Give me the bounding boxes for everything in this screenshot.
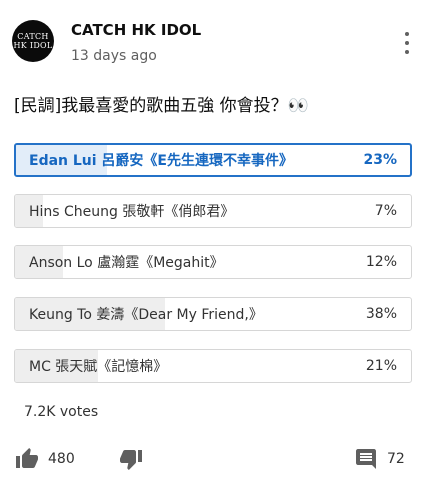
poll-option-percent: 38% [365,306,397,322]
poll-option-percent: 23% [363,152,397,168]
poll-option-mc[interactable]: MC 張天賦《記憶棉》 21% [14,349,412,383]
poll-option-edan-lui[interactable]: Edan Lui 呂爵安《E先生連環不幸事件》 23% [14,143,412,177]
poll-option-keung-to[interactable]: Keung To 姜濤《Dear My Friend,》 38% [14,297,412,331]
comment-count: 72 [387,451,405,467]
avatar-text-line1: CATCH [17,32,49,41]
poll-option-percent: 7% [374,203,397,219]
channel-name[interactable]: CATCH HK IDOL [71,21,201,39]
thumbs-down-icon [118,447,144,471]
channel-avatar[interactable]: CATCH HK IDOL [12,20,54,62]
like-count: 480 [48,451,75,467]
poll-option-hins-cheung[interactable]: Hins Cheung 張敬軒《俏郎君》 7% [14,194,412,228]
poll-option-label: Anson Lo 盧瀚霆《Megahit》 [29,255,224,271]
avatar-text-line2: HK IDOL [13,41,53,50]
poll-option-anson-lo[interactable]: Anson Lo 盧瀚霆《Megahit》 12% [14,245,412,279]
thumbs-up-icon [14,447,40,471]
post-timestamp: 13 days ago [71,48,157,64]
comment-icon [353,447,379,471]
poll-option-percent: 21% [365,358,397,374]
more-options-icon[interactable] [398,30,416,56]
like-button[interactable]: 480 [14,447,75,471]
poll-option-label: MC 張天賦《記憶棉》 [29,359,168,375]
dislike-button[interactable] [118,447,144,471]
vote-count: 7.2K votes [24,404,99,420]
poll-option-label: Keung To 姜濤《Dear My Friend,》 [29,307,263,323]
comments-button[interactable]: 72 [353,447,405,471]
poll-option-label: Hins Cheung 張敬軒《俏郎君》 [29,204,235,220]
post-text: [民調]我最喜愛的歌曲五強 你會投？👀 [14,96,309,116]
poll-option-percent: 12% [365,254,397,270]
poll-option-label: Edan Lui 呂爵安《E先生連環不幸事件》 [29,153,293,169]
